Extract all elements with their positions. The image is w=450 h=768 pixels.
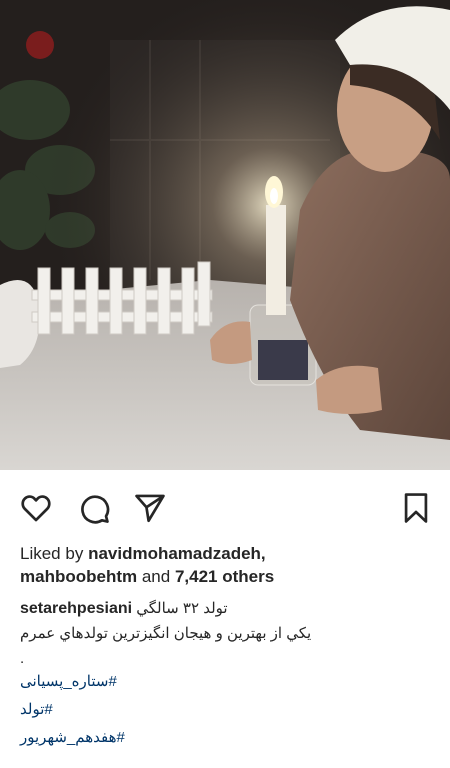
post-photo[interactable] — [0, 0, 450, 470]
comment-icon — [81, 495, 110, 524]
caption: setarehpesiani تولد ۳۲ سالگي يكي از بهتر… — [20, 596, 430, 752]
comment-button[interactable] — [76, 490, 112, 526]
action-bar — [0, 470, 450, 545]
hashtag-link[interactable]: #ستاره_پسیانی — [20, 668, 430, 696]
liked-by-prefix: Liked by — [20, 544, 84, 563]
likes-summary: Liked by navidmohamadzadeh, mahboobehtm … — [20, 542, 430, 588]
bookmark-icon — [404, 493, 428, 523]
caption-text-line: تولد ۳۲ سالگي — [136, 600, 228, 617]
paper-plane-icon — [135, 494, 165, 523]
and-text: and — [141, 567, 171, 586]
others-count-link[interactable]: 7,421 others — [175, 567, 274, 586]
photo-scene — [0, 0, 450, 470]
liker-link[interactable]: mahboobehtm — [20, 567, 137, 586]
like-button[interactable] — [18, 490, 54, 526]
caption-text-line: . — [20, 650, 25, 667]
caption-username[interactable]: setarehpesiani — [20, 600, 132, 617]
share-button[interactable] — [132, 490, 168, 526]
heart-icon — [21, 495, 51, 522]
liker-link[interactable]: navidmohamadzadeh, — [88, 544, 266, 563]
save-button[interactable] — [398, 490, 434, 526]
hashtag-link[interactable]: #هفدهم_شهریور — [20, 724, 430, 752]
hashtag-link[interactable]: #تولد — [20, 696, 430, 724]
caption-text-line: يكي از بهترين و هيجان انگيزترين تولدهاي … — [20, 625, 312, 642]
